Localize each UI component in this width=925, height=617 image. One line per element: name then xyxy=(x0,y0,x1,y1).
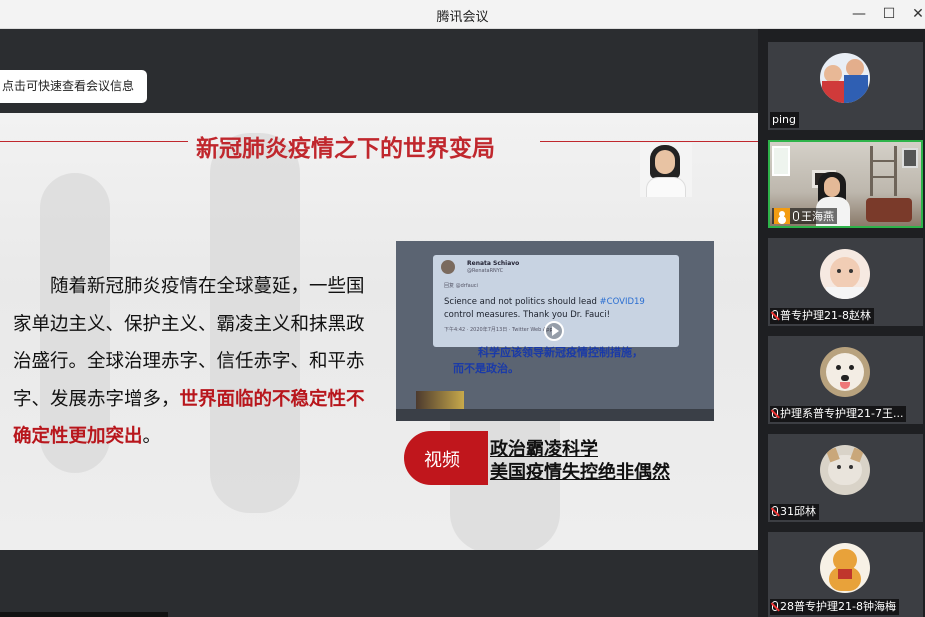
participant-avatar xyxy=(820,347,870,397)
mic-muted-icon xyxy=(772,408,778,418)
presenter-video-overlay xyxy=(640,143,692,197)
participant-avatar xyxy=(820,543,870,593)
tweet-name: Renata Schiavo xyxy=(467,260,520,267)
host-icon xyxy=(774,208,790,224)
video-progress-bar[interactable] xyxy=(396,409,714,421)
participant-name: 王海燕 xyxy=(772,208,837,224)
participant-tile[interactable]: 28普专护理21-8钟海梅 xyxy=(768,532,923,617)
participants-panel: ping 王海燕 普专护理21-8赵林 护理系普专护理21-7王... 31邱林… xyxy=(758,29,925,617)
title-divider-right xyxy=(540,141,758,142)
participant-tile[interactable]: 普专护理21-8赵林 xyxy=(768,238,923,326)
presentation-slide: 新冠肺炎疫情之下的世界变局 随着新冠肺炎疫情在全球蔓延，一些国家单边主义、保护主… xyxy=(0,113,758,550)
maximize-button[interactable]: ☐ xyxy=(876,3,902,25)
participant-name: 28普专护理21-8钟海梅 xyxy=(770,599,899,615)
video-badge: 视频 xyxy=(404,431,488,485)
title-divider-left xyxy=(0,141,188,142)
video-subtitle-2: 而不是政治。 xyxy=(453,362,519,375)
close-button[interactable]: ✕ xyxy=(905,3,925,25)
tweet-hashtag: #COVID19 xyxy=(599,297,645,307)
participant-avatar xyxy=(820,445,870,495)
window-title: 腾讯会议 xyxy=(436,10,489,25)
tweet-meta: 下午4:42 · 2020年7月13日 · Twitter Web App xyxy=(444,327,553,333)
play-icon[interactable] xyxy=(544,321,564,341)
tweet-text: Science and not politics should lead #CO… xyxy=(444,297,645,320)
slide-title: 新冠肺炎疫情之下的世界变局 xyxy=(196,136,495,162)
tweet-reply: 回复 @drfauci xyxy=(444,283,478,289)
video-caption-2[interactable]: 美国疫情失控绝非偶然 xyxy=(490,458,670,484)
minimize-button[interactable]: — xyxy=(846,3,872,25)
participant-name: ping xyxy=(770,112,799,128)
participant-name: 普专护理21-8赵林 xyxy=(770,308,874,324)
embedded-video[interactable]: Renata Schiavo @RenataRNYC 回复 @drfauci S… xyxy=(396,241,714,421)
mic-muted-icon xyxy=(772,506,778,516)
participant-tile-active[interactable]: 王海燕 xyxy=(768,140,923,228)
mic-muted-icon xyxy=(772,310,778,320)
meeting-info-button[interactable]: 点击可快速查看会议信息 xyxy=(0,70,147,103)
participant-name: 护理系普专护理21-7王... xyxy=(770,406,907,422)
participant-tile[interactable]: 护理系普专护理21-7王... xyxy=(768,336,923,424)
title-bar: 腾讯会议 — ☐ ✕ xyxy=(0,0,925,29)
participant-avatar xyxy=(820,249,870,299)
video-badge-label: 视频 xyxy=(424,450,460,471)
tweet-handle: @RenataRNYC xyxy=(467,268,504,274)
participant-tile[interactable]: 31邱林 xyxy=(768,434,923,522)
mic-muted-icon xyxy=(772,601,778,611)
participant-tile[interactable]: ping xyxy=(768,42,923,130)
participant-name: 31邱林 xyxy=(770,504,819,520)
video-subtitle-1: 科学应该领导新冠疫情控制措施， xyxy=(478,346,643,359)
participant-avatar xyxy=(820,53,870,103)
bottom-toolbar-edge xyxy=(0,612,168,617)
paragraph-end: 。 xyxy=(142,426,162,447)
shared-screen-area: 新冠肺炎疫情之下的世界变局 随着新冠肺炎疫情在全球蔓延，一些国家单边主义、保护主… xyxy=(0,29,758,617)
slide-paragraph: 随着新冠肺炎疫情在全球蔓延，一些国家单边主义、保护主义、霸凌主义和抹黑政治盛行。… xyxy=(13,268,373,456)
mic-icon xyxy=(793,211,799,221)
tweet-avatar xyxy=(441,260,455,274)
